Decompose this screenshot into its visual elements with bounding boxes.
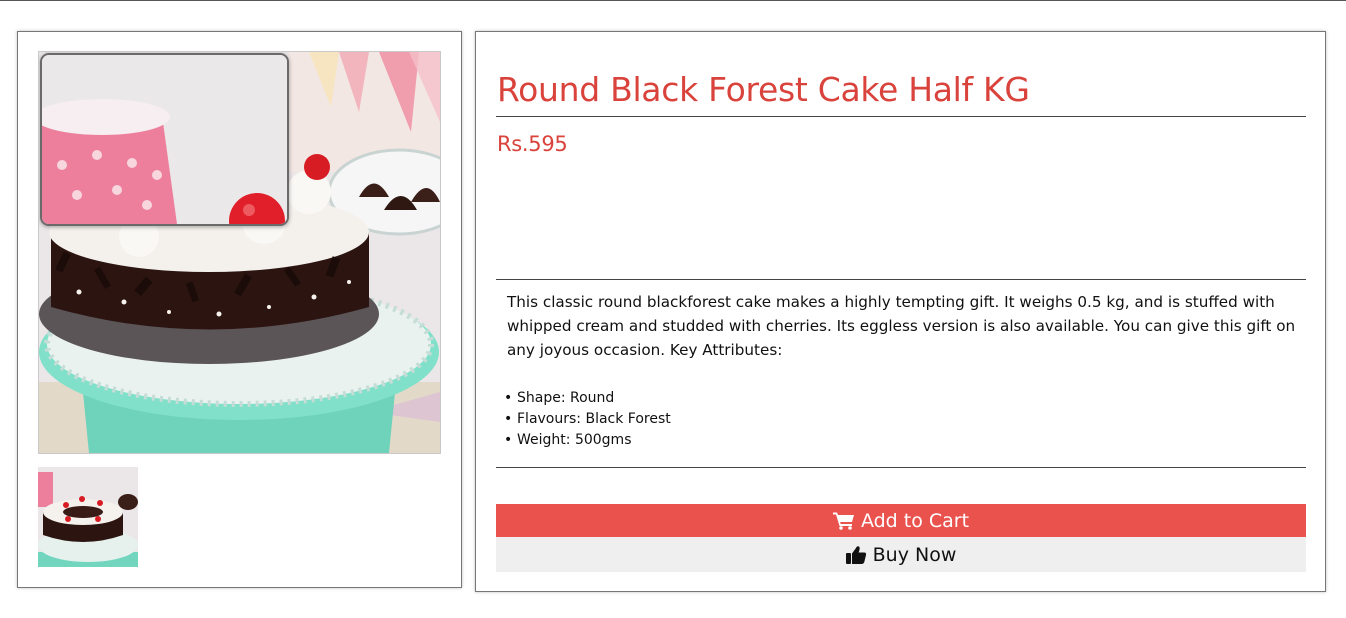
key-attributes-list: Shape: Round Flavours: Black Forest Weig… [504, 388, 671, 451]
product-price: Rs.595 [497, 132, 568, 156]
thumbs-up-icon [845, 545, 867, 565]
product-main-image[interactable] [38, 51, 441, 454]
product-description: This classic round blackforest cake make… [507, 293, 1296, 359]
buy-now-button[interactable]: Buy Now [496, 537, 1306, 572]
zoom-lens [40, 53, 289, 226]
top-divider [0, 0, 1346, 1]
attribute-weight: Weight: 500gms [504, 430, 671, 451]
product-gallery [17, 31, 462, 588]
add-to-cart-label: Add to Cart [860, 509, 970, 532]
product-title: Round Black Forest Cake Half KG [497, 70, 1030, 109]
attribute-flavours: Flavours: Black Forest [504, 409, 671, 430]
buy-now-label: Buy Now [872, 543, 957, 566]
description-bottom-divider [496, 467, 1306, 468]
product-thumbnail[interactable] [38, 467, 138, 567]
title-divider [496, 116, 1306, 117]
description-top-divider [496, 279, 1306, 280]
attribute-shape: Shape: Round [504, 388, 671, 409]
add-to-cart-button[interactable]: Add to Cart [496, 504, 1306, 537]
shopping-cart-icon [832, 511, 855, 530]
cake-thumbnail-image [38, 467, 138, 567]
zoom-lens-preview [42, 55, 287, 224]
product-details: Round Black Forest Cake Half KG Rs.595 T… [475, 31, 1326, 592]
